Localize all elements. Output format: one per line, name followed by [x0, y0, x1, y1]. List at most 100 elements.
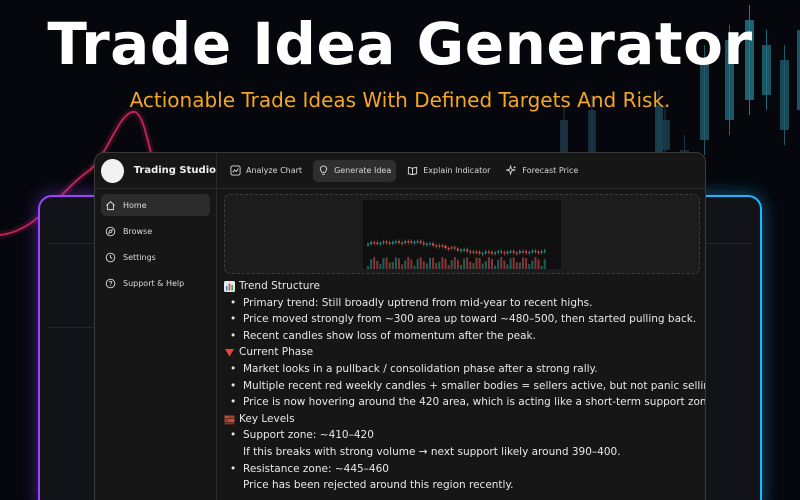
tab-analyze-chart[interactable]: Analyze Chart	[225, 160, 307, 182]
red-triangle-emoji-icon	[225, 349, 234, 357]
chart-thumbnail-volume-bar	[401, 264, 404, 269]
chart-thumbnail-volume-bar	[429, 257, 431, 269]
chart-thumbnail-candle	[528, 252, 531, 254]
home-icon	[106, 200, 115, 210]
chart-thumbnail-volume-bar	[497, 259, 500, 269]
tab-label: Explain Indicator	[423, 166, 491, 175]
sidebar-item-support-help[interactable]: Support & Help	[101, 272, 210, 294]
avatar[interactable]	[101, 158, 124, 183]
chart-thumbnail-candle	[432, 243, 435, 246]
chart-thumbnail-volume-bar	[543, 259, 546, 269]
chart-thumbnail	[363, 200, 561, 269]
chart-thumbnail-background	[363, 200, 561, 269]
tab-forecast-price[interactable]: Forecast Price	[501, 160, 583, 182]
list-item: Market looks in a pullback / consolidati…	[224, 361, 700, 378]
chart-thumbnail-candle	[512, 251, 515, 253]
tab-explain-indicator[interactable]: Explain Indicator	[402, 160, 495, 182]
sparkle-icon	[506, 165, 517, 176]
chart-thumbnail-candle	[370, 242, 373, 244]
tab-generate-idea[interactable]: Generate Idea	[313, 159, 397, 182]
chart-thumbnail-candle	[367, 243, 369, 246]
chart-thumbnail-candle	[537, 251, 540, 253]
chart-thumbnail-candle	[404, 241, 407, 243]
uploaded-chart-area[interactable]	[224, 194, 700, 274]
sidebar-item-home[interactable]: Home	[101, 194, 210, 216]
chart-thumbnail-candle	[475, 251, 478, 253]
tab-label: Forecast Price	[522, 166, 579, 175]
tab-bar: Analyze Chart Generate Idea Explain Indi…	[217, 159, 589, 182]
hero-title: Trade Idea Generator	[47, 10, 753, 78]
bricks-emoji-icon	[224, 415, 235, 424]
chart-thumbnail-volume-bar	[494, 265, 497, 269]
chart-thumbnail-candle	[382, 241, 385, 244]
sidebar-item-label: Home	[123, 200, 147, 210]
chart-thumbnail-candle	[379, 243, 382, 245]
app-window: Trading Studio Analyze Chart Generate Id…	[94, 152, 706, 500]
chart-thumbnail-candle	[534, 250, 537, 252]
chart-thumbnail-volume-bar	[444, 258, 447, 269]
chart-thumbnail-candle	[540, 251, 543, 253]
chart-thumbnail-candle	[438, 245, 441, 247]
chart-thumbnail-volume-bar	[491, 258, 493, 269]
chart-thumbnail-volume-bar	[540, 265, 543, 269]
chart-thumbnail-volume-bar	[416, 258, 419, 269]
chart-thumbnail-candle	[391, 242, 394, 244]
chart-thumbnail-volume-bar	[481, 263, 484, 269]
chart-thumbnail-candle	[398, 241, 400, 243]
chart-thumbnail-volume-bar	[413, 265, 416, 269]
list-item: Recent candles show loss of momentum aft…	[224, 328, 700, 345]
chart-thumbnail-volume-bar	[534, 257, 537, 269]
bar-chart-emoji-icon	[224, 280, 235, 292]
chart-thumbnail-volume-bar	[422, 261, 425, 269]
chart-thumbnail-candle	[394, 241, 397, 243]
section-title: Current Phase	[239, 346, 314, 359]
compass-icon	[105, 226, 116, 236]
chart-thumbnail-volume-bar	[407, 257, 410, 269]
chart-thumbnail-candle	[463, 249, 466, 251]
sidebar-item-browse[interactable]: Browse	[101, 220, 210, 242]
chart-thumbnail-candle	[503, 252, 506, 254]
section-heading-levels: Key Levels	[224, 411, 700, 428]
chart-thumbnail-candle	[481, 253, 484, 255]
chart-thumbnail-candle	[515, 252, 518, 254]
chart-thumbnail-volume-bar	[438, 261, 441, 269]
app-name: Trading Studio	[133, 165, 216, 176]
chart-thumbnail-volume-bar	[373, 257, 376, 269]
chart-thumbnail-candle	[531, 250, 534, 253]
chart-thumbnail-volume-bar	[382, 258, 385, 269]
chart-thumbnail-candle	[453, 247, 456, 249]
chart-thumbnail-candle	[376, 242, 379, 244]
chart-thumbnail-candle	[491, 252, 493, 254]
chart-thumbnail-candle	[401, 242, 404, 244]
chart-icon	[230, 165, 241, 176]
chart-thumbnail-candle	[506, 251, 509, 254]
chart-thumbnail-volume-bar	[515, 262, 518, 269]
hero-subtitle: Actionable Trade Ideas With Defined Targ…	[129, 88, 671, 112]
section-heading-phase: Current Phase	[224, 344, 700, 361]
chart-thumbnail-volume-bar	[404, 260, 407, 269]
chart-thumbnail-candle	[413, 242, 416, 244]
chart-thumbnail-volume-bar	[522, 257, 524, 269]
brand: Trading Studio	[95, 153, 217, 189]
chart-thumbnail-candle	[419, 241, 422, 243]
chart-thumbnail-volume-bar	[419, 257, 422, 269]
list-item: Multiple recent red weekly candles + sma…	[224, 378, 705, 395]
chart-thumbnail-volume-bar	[425, 263, 428, 269]
chart-thumbnail-candle	[450, 247, 453, 249]
chart-thumbnail-volume-bar	[531, 260, 534, 269]
chart-thumbnail-candle	[509, 251, 512, 253]
chart-thumbnail-candle	[478, 251, 481, 254]
analysis-text: Trend Structure Primary trend: Still bro…	[224, 278, 705, 494]
chart-thumbnail-candle	[500, 251, 503, 253]
chart-thumbnail-candle	[497, 251, 500, 253]
list-item: Resistance zone: ~445–460	[224, 461, 700, 478]
chart-thumbnail-candle	[407, 241, 410, 243]
list-item: Support zone: ~410–420	[224, 427, 700, 444]
list-item: Price moved strongly from ~300 area up t…	[224, 311, 700, 328]
sidebar-item-label: Support & Help	[123, 278, 185, 288]
tab-label: Generate Idea	[334, 166, 392, 175]
chart-thumbnail-volume-bar	[379, 263, 382, 269]
clock-icon	[105, 252, 116, 262]
chart-thumbnail-volume-bar	[469, 261, 472, 269]
sidebar-item-settings[interactable]: Settings	[101, 246, 210, 268]
